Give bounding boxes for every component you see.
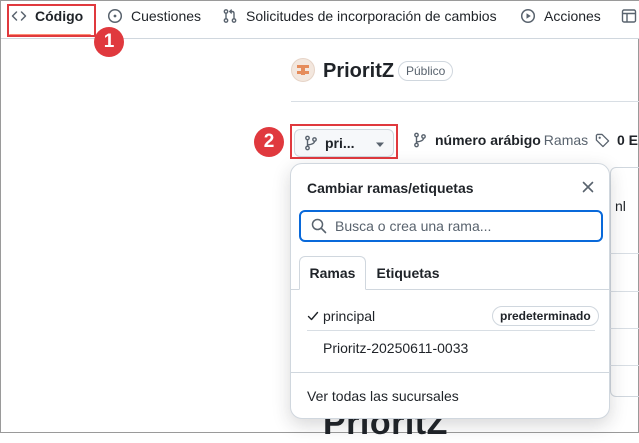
default-branch-badge: predeterminado [492, 306, 599, 326]
annotation-step-2: 2 [254, 127, 284, 157]
repo-name[interactable]: PrioritZ [323, 58, 394, 84]
header-divider [291, 101, 639, 102]
issue-opened-icon [107, 8, 123, 24]
branch-search-field[interactable] [299, 210, 603, 242]
file-name-fragment: nl [615, 198, 626, 214]
tab-actions[interactable]: Acciones [520, 1, 601, 31]
tags-count: 0 E [617, 132, 639, 148]
repo-avatar [291, 58, 315, 82]
popover-title: Cambiar ramas/etiquetas [307, 180, 474, 196]
annotation-box-branch-button [290, 124, 398, 159]
tab-pull-requests[interactable]: Solicitudes de incorporación de cambios [222, 1, 497, 31]
git-branch-icon [413, 132, 427, 148]
tab-pull-requests-label: Solicitudes de incorporación de cambios [246, 8, 497, 24]
tag-icon [595, 133, 610, 148]
file-row-divider [610, 328, 639, 329]
tab-issues[interactable]: Cuestiones [107, 1, 201, 31]
file-row-divider [610, 291, 639, 292]
branch-switcher-popover: Cambiar ramas/etiquetas Ramas Etiquetas … [290, 163, 610, 419]
tags-count-link[interactable]: 0 E [595, 132, 638, 148]
search-icon [311, 218, 327, 234]
branch-name: principal [323, 308, 376, 324]
branch-item-principal[interactable]: principal [307, 305, 375, 327]
git-pull-request-icon [222, 8, 238, 24]
view-all-branches-link[interactable]: Ver todas las sucursales [307, 388, 459, 404]
visibility-badge: Público [398, 61, 454, 81]
branches-count: número arábigo [435, 132, 541, 148]
tab-actions-label: Acciones [544, 8, 601, 24]
close-button[interactable] [580, 179, 596, 195]
tab-issues-label: Cuestiones [131, 8, 202, 24]
file-row-divider [610, 253, 639, 254]
annotation-step-1: 1 [94, 27, 124, 57]
branches-label: Ramas [543, 132, 589, 148]
check-icon [307, 310, 323, 322]
annotation-box-code-tab [7, 4, 96, 37]
tab-tags[interactable]: Etiquetas [367, 256, 449, 290]
table-icon [621, 8, 637, 24]
list-divider [307, 330, 595, 331]
tab-projects[interactable] [621, 1, 639, 31]
file-row-divider [610, 365, 639, 366]
branches-count-link[interactable]: número arábigo Ramas [413, 132, 588, 148]
tab-branches[interactable]: Ramas [299, 256, 366, 290]
branch-name: Prioritz-20250611-0033 [323, 340, 469, 356]
close-icon [582, 181, 594, 193]
branch-search-input[interactable] [335, 218, 585, 234]
footer-divider [291, 372, 609, 373]
play-icon [520, 8, 536, 24]
branch-item-prioritz[interactable]: Prioritz-20250611-0033 [307, 337, 468, 359]
